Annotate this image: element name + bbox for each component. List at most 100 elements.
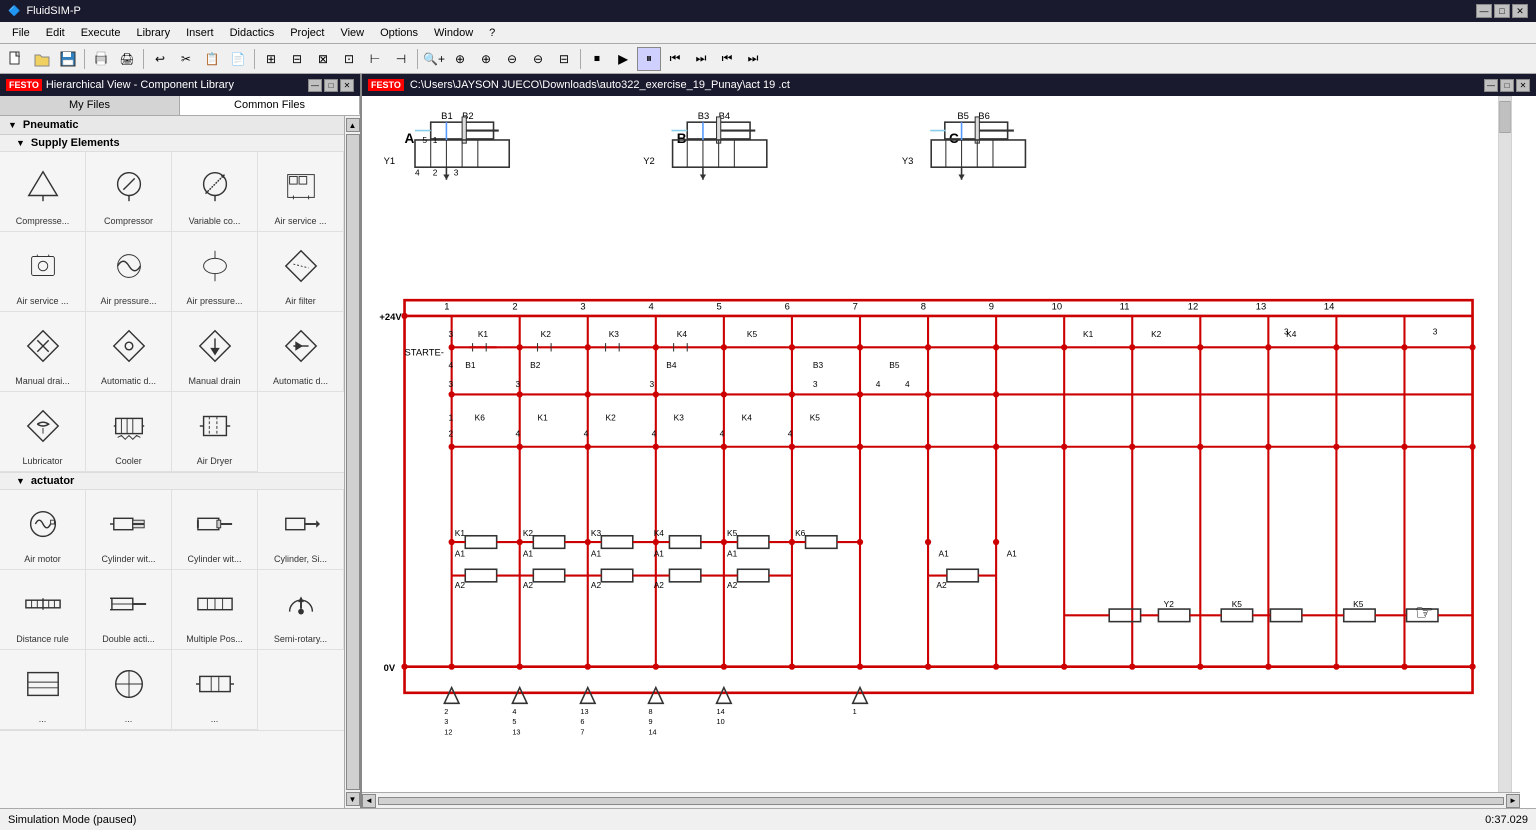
lib-item-air-pressure2[interactable]: Air pressure... xyxy=(172,232,258,312)
tab-my-files[interactable]: My Files xyxy=(0,96,180,115)
diagram-maximize[interactable]: □ xyxy=(1500,79,1514,92)
toolbar-zoom-in[interactable]: 🔍+ xyxy=(422,47,446,71)
menu-insert[interactable]: Insert xyxy=(178,25,222,41)
menu-library[interactable]: Library xyxy=(128,25,178,41)
toolbar-print[interactable] xyxy=(89,47,113,71)
hscroll-thumb[interactable] xyxy=(378,797,1504,805)
toolbar-align4[interactable]: ⊡ xyxy=(337,47,361,71)
toolbar-paste[interactable]: 📄 xyxy=(226,47,250,71)
lib-item-air-filter[interactable]: Air filter xyxy=(258,232,344,312)
lib-item-cylinder2[interactable]: Cylinder wit... xyxy=(172,490,258,570)
lib-item-compressor-tri[interactable]: Compresse... xyxy=(0,152,86,232)
toolbar-save[interactable] xyxy=(56,47,80,71)
toolbar-skip-fwd[interactable]: ⏭ xyxy=(741,47,765,71)
lib-item-manual-drain2[interactable]: Manual drain xyxy=(172,312,258,392)
hscroll-right[interactable]: ► xyxy=(1506,794,1520,808)
toolbar-zoom-fit[interactable]: ⊟ xyxy=(552,47,576,71)
svg-text:3: 3 xyxy=(516,379,521,389)
library-maximize[interactable]: □ xyxy=(324,79,338,92)
toolbar-zoom-out2[interactable]: ⊖ xyxy=(526,47,550,71)
lib-item-lubricator[interactable]: Lubricator xyxy=(0,392,86,472)
hscroll-left[interactable]: ◄ xyxy=(362,794,376,808)
lib-item-cylinder3[interactable]: Cylinder, Si... xyxy=(258,490,344,570)
diagram-panel: FESTO C:\Users\JAYSON JUECO\Downloads\au… xyxy=(362,74,1536,808)
library-minimize[interactable]: — xyxy=(308,79,322,92)
lib-item-air-motor[interactable]: Air motor xyxy=(0,490,86,570)
menu-options[interactable]: Options xyxy=(372,25,426,41)
menu-file[interactable]: File xyxy=(4,25,38,41)
toolbar-align2[interactable]: ⊟ xyxy=(285,47,309,71)
toolbar-play[interactable]: ▶ xyxy=(611,47,635,71)
library-scroll-area[interactable]: ▼ Pneumatic ▼ Supply Elements xyxy=(0,116,344,808)
lib-item-actuator-misc3[interactable]: ... xyxy=(172,650,258,730)
semi-rotary-label: Semi-rotary... xyxy=(274,634,327,645)
lib-item-actuator-misc1[interactable]: ... xyxy=(0,650,86,730)
toolbar-zoom-in3[interactable]: ⊕ xyxy=(474,47,498,71)
menu-project[interactable]: Project xyxy=(282,25,332,41)
toolbar-skip-back[interactable]: ⏮ xyxy=(715,47,739,71)
lib-item-cylinder1[interactable]: Cylinder wit... xyxy=(86,490,172,570)
manual-drain-icon xyxy=(24,318,62,374)
toolbar-zoom-out[interactable]: ⊖ xyxy=(500,47,524,71)
toolbar-new[interactable] xyxy=(4,47,28,71)
svg-text:14: 14 xyxy=(648,728,656,737)
diagram-titlebar: FESTO C:\Users\JAYSON JUECO\Downloads\au… xyxy=(362,74,1536,96)
compressor-tri-icon xyxy=(24,158,62,214)
menu-help[interactable]: ? xyxy=(481,25,503,41)
section-pneumatic[interactable]: ▼ Pneumatic xyxy=(0,116,344,135)
toolbar-step-back[interactable]: ⏮ xyxy=(663,47,687,71)
minimize-button[interactable]: — xyxy=(1476,4,1492,18)
svg-text:K5: K5 xyxy=(1353,599,1364,609)
toolbar-stop[interactable]: ⏹ xyxy=(585,47,609,71)
lib-item-compressor[interactable]: Compressor xyxy=(86,152,172,232)
subsection-supply-elements[interactable]: ▼ Supply Elements xyxy=(0,135,344,152)
toolbar-align1[interactable]: ⊞ xyxy=(259,47,283,71)
scroll-up-btn[interactable]: ▲ xyxy=(346,118,360,132)
lib-item-automatic-drain[interactable]: Automatic d... xyxy=(86,312,172,392)
toolbar-align3[interactable]: ⊠ xyxy=(311,47,335,71)
lib-item-multiple-pos[interactable]: Multiple Pos... xyxy=(172,570,258,650)
menu-edit[interactable]: Edit xyxy=(38,25,73,41)
diagram-minimize[interactable]: — xyxy=(1484,79,1498,92)
tab-common-files[interactable]: Common Files xyxy=(180,96,360,115)
lib-item-variable-comp[interactable]: Variable co... xyxy=(172,152,258,232)
toolbar-align5[interactable]: ⊢ xyxy=(363,47,387,71)
lib-item-cooler[interactable]: Cooler xyxy=(86,392,172,472)
maximize-button[interactable]: □ xyxy=(1494,4,1510,18)
subsection-actuator[interactable]: ▼ actuator xyxy=(0,473,344,490)
diagram-close[interactable]: ✕ xyxy=(1516,79,1530,92)
menu-didactics[interactable]: Didactics xyxy=(222,25,283,41)
lib-item-actuator-misc2[interactable]: ... xyxy=(86,650,172,730)
toolbar-step-fwd[interactable]: ⏭ xyxy=(689,47,713,71)
lib-item-automatic-drain2[interactable]: Automatic d... xyxy=(258,312,344,392)
svg-text:1: 1 xyxy=(449,413,454,423)
menu-window[interactable]: Window xyxy=(426,25,481,41)
menu-execute[interactable]: Execute xyxy=(73,25,129,41)
toolbar-open[interactable] xyxy=(30,47,54,71)
toolbar-copy[interactable]: 📋 xyxy=(200,47,224,71)
lib-item-air-pressure[interactable]: Air pressure... xyxy=(86,232,172,312)
toolbar-pause[interactable]: ⏸ xyxy=(637,47,661,71)
toolbar-undo[interactable]: ↩ xyxy=(148,47,172,71)
toolbar-align6[interactable]: ⊣ xyxy=(389,47,413,71)
toolbar-print2[interactable]: 🖨 xyxy=(115,47,139,71)
scroll-down-btn[interactable]: ▼ xyxy=(346,792,360,806)
diagram-canvas[interactable]: A B C B1 B2 Y1 xyxy=(362,96,1536,808)
lib-item-distance-rule[interactable]: Distance rule xyxy=(0,570,86,650)
horizontal-scrollbar[interactable]: ◄ ► xyxy=(362,792,1520,808)
lib-item-air-dryer[interactable]: Air Dryer xyxy=(172,392,258,472)
lib-item-air-service2[interactable]: Air service ... xyxy=(0,232,86,312)
lib-item-semi-rotary[interactable]: Semi-rotary... xyxy=(258,570,344,650)
svg-text:K1: K1 xyxy=(538,413,549,423)
close-button[interactable]: ✕ xyxy=(1512,4,1528,18)
lib-item-double-actuator[interactable]: Double acti... xyxy=(86,570,172,650)
library-close[interactable]: ✕ xyxy=(340,79,354,92)
lib-item-air-service[interactable]: Air service ... xyxy=(258,152,344,232)
toolbar-zoom-in2[interactable]: ⊕ xyxy=(448,47,472,71)
scroll-thumb[interactable] xyxy=(346,134,360,790)
toolbar-cut[interactable]: ✂ xyxy=(174,47,198,71)
svg-text:7: 7 xyxy=(580,728,584,737)
menu-view[interactable]: View xyxy=(332,25,372,41)
library-scrollbar[interactable]: ▲ ▼ xyxy=(344,116,360,808)
lib-item-manual-drain[interactable]: Manual drai... xyxy=(0,312,86,392)
